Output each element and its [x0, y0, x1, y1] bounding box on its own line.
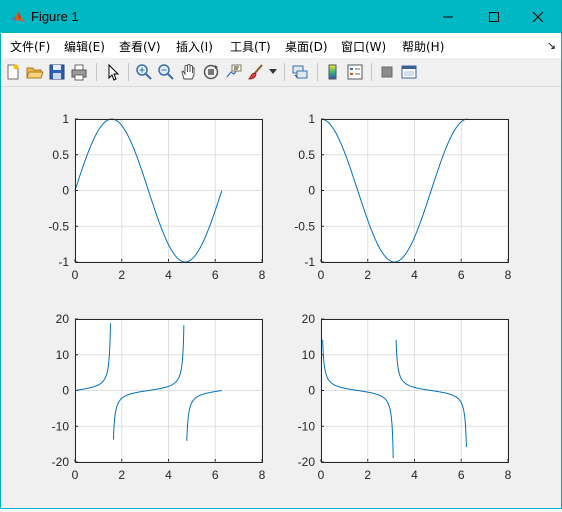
menu-tools[interactable]: 工具(T): [230, 38, 271, 55]
y-tick-label: -1: [304, 255, 315, 269]
subplot-4: 0 2 4 6 8 20 10 0 -10 -20: [298, 312, 512, 482]
maximize-button[interactable]: [471, 1, 517, 33]
toolbar-separator: [317, 63, 318, 81]
toolbar-separator: [128, 63, 129, 81]
close-button[interactable]: [515, 1, 561, 33]
matlab-logo-icon: [11, 11, 25, 22]
title-bar[interactable]: Figure 1: [1, 1, 561, 33]
x-tick-label: 4: [411, 468, 418, 482]
x-tick-label: 6: [212, 268, 219, 282]
toolbar-separator: [371, 63, 372, 81]
menu-bar: 文件(F) 编辑(E) 查看(V) 插入(I) 工具(T) 桌面(D) 窗口(W…: [1, 33, 561, 58]
x-tick-label: 8: [505, 268, 512, 282]
data-cursor-icon[interactable]: [225, 63, 243, 81]
menu-insert[interactable]: 插入(I): [176, 38, 213, 55]
menu-desktop[interactable]: 桌面(D): [285, 38, 328, 55]
toolbar-separator: [284, 63, 285, 81]
maximize-icon: [489, 12, 499, 22]
figure-window: Figure 1 文件(F) 编辑(E) 查看(V) 插入(I) 工具(T) 桌…: [0, 0, 562, 509]
y-tick-label: 1: [62, 112, 69, 126]
y-tick-label: -20: [52, 455, 70, 469]
brush-dropdown-icon[interactable]: [269, 69, 277, 75]
x-tick-label: 6: [458, 468, 465, 482]
subplots-canvas: 0 2 4 6 810.50-0.5-10 2 4 6 810.50-0.5-10 2 4 6 8201…: [48, 112, 512, 482]
y-tick-label: 1: [308, 112, 315, 126]
zoom-in-icon[interactable]: [135, 63, 153, 81]
link-plot-icon[interactable]: [291, 63, 309, 81]
x-tick-label: 0: [72, 468, 79, 482]
print-icon[interactable]: [70, 63, 88, 81]
y-tick-label: 0: [62, 384, 69, 398]
y-tick-label: 20: [56, 312, 70, 326]
menu-edit[interactable]: 编辑(E): [64, 38, 105, 55]
subplot-1: 0 2 4 6 8 1 0.5 0 -0.5 -1: [48, 112, 265, 282]
rotate-3d-icon[interactable]: [202, 63, 220, 81]
x-tick-label: 2: [118, 268, 125, 282]
x-tick-label: 4: [165, 268, 172, 282]
x-tick-label: 6: [458, 268, 465, 282]
legend-icon[interactable]: [346, 63, 364, 81]
y-tick-label: -0.5: [294, 219, 315, 233]
x-tick-label: 8: [505, 468, 512, 482]
y-tick-label: -20: [298, 455, 316, 469]
x-tick-label: 2: [364, 468, 371, 482]
y-tick-label: 0.5: [298, 148, 315, 162]
y-tick-label: -10: [298, 419, 316, 433]
x-tick-label: 2: [364, 268, 371, 282]
brush-icon[interactable]: [247, 63, 265, 81]
edit-plot-icon[interactable]: [104, 63, 122, 81]
menu-help[interactable]: 帮助(H): [402, 38, 444, 55]
x-tick-label: 6: [212, 468, 219, 482]
close-icon: [532, 11, 544, 23]
x-tick-label: 8: [259, 468, 266, 482]
y-tick-label: 10: [302, 348, 316, 362]
minimize-button[interactable]: [425, 1, 471, 33]
y-tick-label: -1: [58, 255, 69, 269]
x-tick-label: 4: [411, 268, 418, 282]
open-file-icon[interactable]: [26, 63, 44, 81]
figure-canvas: 0 2 4 6 8 1 0.5 0 -0.5 -1 0 2 4 6 8 1 0.5 0 -0.5 -1 0 2 4 6 8 20 1…: [1, 87, 561, 508]
subplot-3: 0 2 4 6 8 20 10 0 -10 -20: [52, 312, 266, 482]
pan-icon[interactable]: [179, 63, 197, 81]
window-title: Figure 1: [31, 9, 79, 24]
y-tick-label: -0.5: [48, 219, 69, 233]
menu-file[interactable]: 文件(F): [10, 38, 50, 55]
subplot-2: 0 2 4 6 8 1 0.5 0 -0.5 -1: [294, 112, 511, 282]
dock-arrow-icon[interactable]: ↘: [547, 39, 556, 52]
menu-view[interactable]: 查看(V): [119, 38, 161, 55]
dock-icon[interactable]: [400, 63, 418, 81]
y-tick-label: 0: [62, 184, 69, 198]
x-tick-label: 4: [165, 468, 172, 482]
colorbar-icon[interactable]: [324, 63, 342, 81]
y-tick-label: 10: [56, 348, 70, 362]
y-tick-label: -10: [52, 419, 70, 433]
x-tick-label: 0: [318, 268, 325, 282]
x-tick-label: 0: [318, 468, 325, 482]
y-tick-label: 0.5: [52, 148, 69, 162]
x-tick-label: 2: [118, 468, 125, 482]
minimize-icon: [443, 16, 453, 18]
save-icon[interactable]: [48, 63, 66, 81]
hide-tools-icon[interactable]: [378, 63, 396, 81]
y-tick-label: 20: [302, 312, 316, 326]
toolbar-separator: [96, 63, 97, 81]
x-tick-label: 8: [259, 268, 266, 282]
zoom-out-icon[interactable]: [157, 63, 175, 81]
menu-window[interactable]: 窗口(W): [341, 38, 386, 55]
y-tick-label: 0: [308, 384, 315, 398]
x-tick-label: 0: [72, 268, 79, 282]
y-tick-label: 0: [308, 184, 315, 198]
figure-toolbar: [1, 58, 561, 87]
new-figure-icon[interactable]: [4, 63, 22, 81]
